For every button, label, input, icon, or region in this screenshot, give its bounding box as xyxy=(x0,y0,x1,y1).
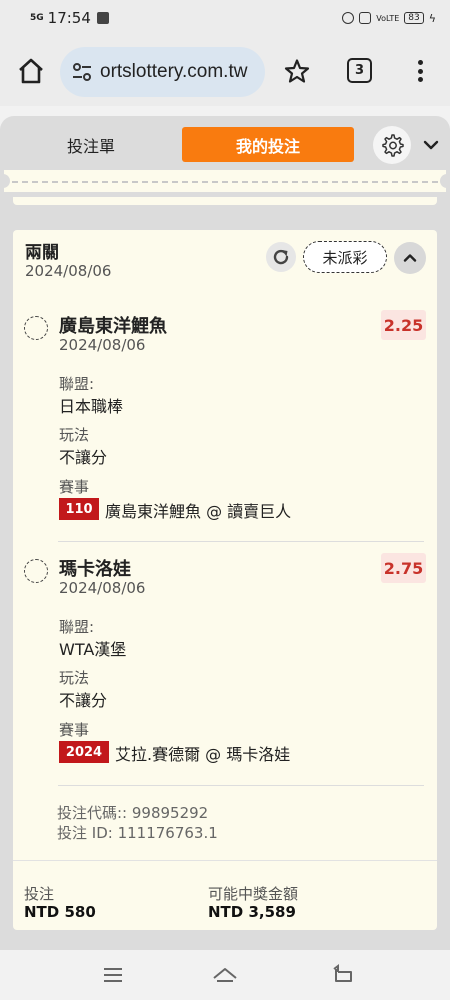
bet-type: 兩關 xyxy=(25,243,59,263)
bookmark-star-icon[interactable] xyxy=(284,58,310,84)
league-value: 日本職棒 xyxy=(59,397,124,416)
league-label: 聯盟: xyxy=(59,375,95,393)
event-name: 艾拉.賽德爾 @ 瑪卡洛娃 xyxy=(115,745,291,764)
event-name: 廣島東洋鯉魚 @ 讀賣巨人 xyxy=(105,502,292,521)
league-value: WTA漢堡 xyxy=(59,640,127,659)
event-label: 賽事 xyxy=(59,721,90,739)
event-label: 賽事 xyxy=(59,478,90,496)
back-icon[interactable] xyxy=(330,962,356,988)
nav-home-icon[interactable] xyxy=(212,962,238,988)
selection-date: 2024/08/06 xyxy=(59,336,146,354)
selection-status-icon xyxy=(24,316,48,340)
ticket-perforation xyxy=(4,170,446,192)
ticket-bottom xyxy=(13,197,437,205)
battery-icon: 83 xyxy=(404,12,424,24)
stake-label: 投注 xyxy=(24,885,55,903)
alarm-icon xyxy=(342,12,355,24)
selection-date: 2024/08/06 xyxy=(59,579,146,597)
more-menu-icon[interactable] xyxy=(410,58,430,84)
selection-status-icon xyxy=(24,559,48,583)
status-icons: VoLTE 83 ϟ xyxy=(342,12,436,25)
market-value: 不讓分 xyxy=(59,448,108,467)
tab-switcher-button[interactable]: 3 xyxy=(347,58,372,83)
status-bar: 5G 17:54 VoLTE 83 ϟ xyxy=(0,0,450,36)
league-label: 聯盟: xyxy=(59,618,95,636)
stake-value: NTD 580 xyxy=(24,903,96,921)
market-label: 玩法 xyxy=(59,426,90,444)
market-label: 玩法 xyxy=(59,669,90,687)
event-code-badge: 2024 xyxy=(59,741,109,763)
selection-odds: 2.25 xyxy=(381,310,426,340)
facebook-notification-icon xyxy=(96,12,109,24)
selection-name: 廣島東洋鯉魚 xyxy=(59,316,167,337)
settings-button[interactable] xyxy=(373,126,411,164)
event-code-badge: 110 xyxy=(59,498,99,520)
site-settings-icon[interactable] xyxy=(70,60,94,84)
recent-apps-icon[interactable] xyxy=(100,962,126,988)
selection-name: 瑪卡洛娃 xyxy=(59,559,131,580)
signal-indicator: 5G xyxy=(30,13,44,23)
address-bar[interactable]: ortslottery.com.tw xyxy=(60,47,265,97)
tab-bet-slip[interactable]: 投注單 xyxy=(20,128,162,162)
gear-icon xyxy=(382,134,404,157)
potential-win-label: 可能中獎金額 xyxy=(208,885,299,903)
ticket-notch-right xyxy=(440,174,450,188)
tab-my-bets[interactable]: 我的投注 xyxy=(182,127,354,162)
footer-divider xyxy=(13,860,437,861)
charging-icon: ϟ xyxy=(428,11,436,25)
payout-status-badge: 未派彩 xyxy=(303,241,387,273)
refresh-button[interactable] xyxy=(266,242,296,272)
mute-icon xyxy=(359,12,372,24)
home-icon[interactable] xyxy=(16,56,46,86)
bet-id: 投注 ID: 111176763.1 xyxy=(57,824,218,842)
potential-win-value: NTD 3,589 xyxy=(208,903,296,921)
clock: 17:54 xyxy=(47,9,91,27)
selection-divider xyxy=(58,541,424,542)
chevron-up-icon xyxy=(403,254,417,262)
selection-divider xyxy=(58,785,424,786)
bet-card: 兩關 2024/08/06 未派彩 廣島東洋鯉魚 2024/08/06 2.25… xyxy=(13,230,437,930)
system-nav-bar xyxy=(0,950,450,1000)
selection-odds: 2.75 xyxy=(381,553,426,583)
refresh-icon xyxy=(273,249,289,265)
bet-date: 2024/08/06 xyxy=(25,262,112,280)
url-text: ortslottery.com.tw xyxy=(100,61,248,82)
bet-code: 投注代碼:: 99895292 xyxy=(57,804,209,822)
volte-icon: VoLTE xyxy=(376,13,400,23)
browser-toolbar: ortslottery.com.tw 3 xyxy=(0,36,450,106)
chevron-down-icon[interactable] xyxy=(422,136,440,154)
market-value: 不讓分 xyxy=(59,691,108,710)
collapse-bet-button[interactable] xyxy=(394,242,426,274)
